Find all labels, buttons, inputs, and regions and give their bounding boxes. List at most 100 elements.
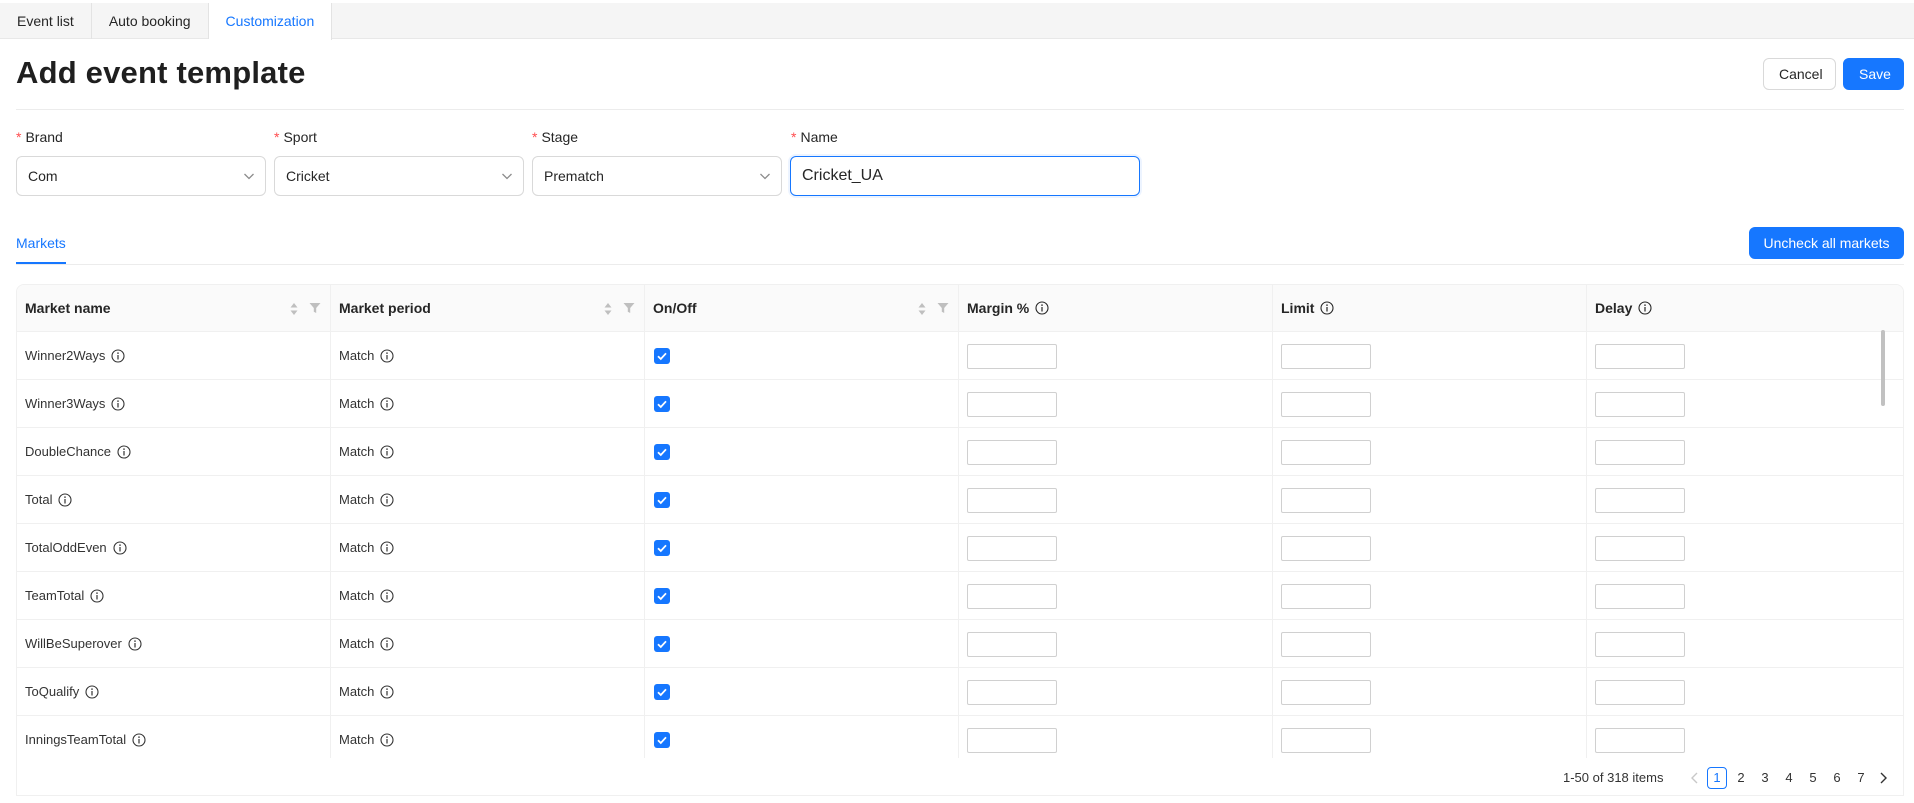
name-input[interactable] (790, 156, 1140, 196)
prev-page-icon[interactable] (1686, 767, 1704, 789)
page-2[interactable]: 2 (1731, 767, 1751, 789)
next-page-icon[interactable] (1874, 767, 1892, 789)
table-scrollbar-thumb[interactable] (1881, 330, 1885, 406)
filter-icon[interactable] (937, 302, 949, 314)
page-7[interactable]: 7 (1851, 767, 1871, 789)
margin-input[interactable] (967, 344, 1057, 369)
delay-input[interactable] (1595, 680, 1685, 705)
limit-input[interactable] (1281, 680, 1371, 705)
info-icon[interactable] (90, 589, 104, 603)
info-icon[interactable] (132, 733, 146, 747)
info-icon[interactable] (1638, 301, 1652, 315)
on-off-checkbox[interactable] (654, 396, 670, 412)
column-market-period[interactable]: Market period (331, 285, 644, 332)
margin-input[interactable] (967, 632, 1057, 657)
sort-icon[interactable] (289, 300, 299, 318)
delay-input[interactable] (1595, 728, 1685, 753)
page-4[interactable]: 4 (1779, 767, 1799, 789)
info-icon[interactable] (380, 733, 394, 747)
margin-input[interactable] (967, 488, 1057, 513)
sort-icon[interactable] (603, 300, 613, 318)
limit-input[interactable] (1281, 728, 1371, 753)
info-icon[interactable] (117, 445, 131, 459)
info-icon[interactable] (380, 397, 394, 411)
page-1[interactable]: 1 (1707, 767, 1727, 789)
info-icon[interactable] (380, 637, 394, 651)
page-5[interactable]: 5 (1803, 767, 1823, 789)
brand-select[interactable]: Com (16, 156, 266, 196)
column-separator (644, 572, 645, 620)
info-icon[interactable] (128, 637, 142, 651)
info-icon[interactable] (111, 349, 125, 363)
margin-input[interactable] (967, 536, 1057, 561)
limit-input[interactable] (1281, 536, 1371, 561)
sport-select[interactable]: Cricket (274, 156, 524, 196)
info-icon[interactable] (380, 685, 394, 699)
on-off-checkbox[interactable] (654, 588, 670, 604)
info-icon[interactable] (380, 445, 394, 459)
page-3[interactable]: 3 (1755, 767, 1775, 789)
markets-table: Market name Market period On/Off Margin … (16, 284, 1904, 796)
column-limit[interactable]: Limit (1273, 285, 1586, 332)
market-name-cell: TotalOddEven (17, 524, 127, 572)
page-6[interactable]: 6 (1827, 767, 1847, 789)
column-market-name[interactable]: Market name (17, 285, 330, 332)
info-icon[interactable] (113, 541, 127, 555)
uncheck-all-markets-button[interactable]: Uncheck all markets (1749, 227, 1904, 259)
tab-auto-booking[interactable]: Auto booking (92, 3, 209, 39)
limit-input[interactable] (1281, 584, 1371, 609)
margin-input[interactable] (967, 584, 1057, 609)
margin-input[interactable] (967, 728, 1057, 753)
info-icon[interactable] (380, 589, 394, 603)
save-button[interactable]: Save (1843, 58, 1904, 90)
on-off-checkbox[interactable] (654, 492, 670, 508)
info-icon[interactable] (380, 541, 394, 555)
margin-input[interactable] (967, 680, 1057, 705)
info-icon[interactable] (1035, 301, 1049, 315)
on-off-checkbox[interactable] (654, 684, 670, 700)
limit-input[interactable] (1281, 440, 1371, 465)
tab-markets[interactable]: Markets (16, 235, 66, 251)
delay-input[interactable] (1595, 584, 1685, 609)
delay-input[interactable] (1595, 344, 1685, 369)
limit-input[interactable] (1281, 344, 1371, 369)
info-icon[interactable] (85, 685, 99, 699)
on-off-checkbox[interactable] (654, 636, 670, 652)
delay-input[interactable] (1595, 632, 1685, 657)
column-margin[interactable]: Margin % (959, 285, 1272, 332)
column-delay[interactable]: Delay (1587, 285, 1903, 332)
margin-input[interactable] (967, 440, 1057, 465)
market-name: Total (25, 492, 53, 507)
on-off-checkbox[interactable] (654, 732, 670, 748)
info-icon[interactable] (58, 493, 73, 507)
tab-event-list[interactable]: Event list (0, 3, 92, 39)
on-off-checkbox[interactable] (654, 348, 670, 364)
info-icon[interactable] (380, 493, 394, 507)
sort-icon[interactable] (917, 300, 927, 318)
cancel-button[interactable]: Cancel (1763, 58, 1836, 90)
info-icon[interactable] (111, 397, 125, 411)
info-icon[interactable] (380, 349, 394, 363)
delay-input[interactable] (1595, 488, 1685, 513)
market-name-cell: DoubleChance (17, 428, 131, 476)
column-separator (644, 524, 645, 572)
on-off-checkbox[interactable] (654, 540, 670, 556)
stage-select[interactable]: Prematch (532, 156, 782, 196)
limit-input[interactable] (1281, 488, 1371, 513)
column-separator (958, 428, 959, 476)
info-icon[interactable] (1320, 301, 1335, 315)
column-on-off[interactable]: On/Off (645, 285, 958, 332)
column-limit-label: Limit (1281, 300, 1315, 316)
delay-input[interactable] (1595, 392, 1685, 417)
table-row: DoubleChance Match (17, 428, 1903, 476)
filter-icon[interactable] (309, 302, 321, 314)
on-off-checkbox[interactable] (654, 444, 670, 460)
market-name: Winner2Ways (25, 348, 106, 363)
limit-input[interactable] (1281, 632, 1371, 657)
delay-input[interactable] (1595, 440, 1685, 465)
limit-input[interactable] (1281, 392, 1371, 417)
filter-icon[interactable] (623, 302, 635, 314)
tab-customization[interactable]: Customization (208, 3, 333, 40)
delay-input[interactable] (1595, 536, 1685, 561)
margin-input[interactable] (967, 392, 1057, 417)
